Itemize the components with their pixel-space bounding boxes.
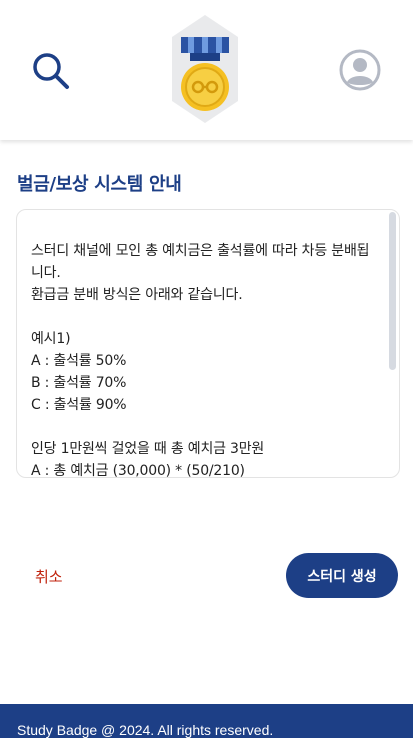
profile-button[interactable] — [339, 49, 381, 91]
notice-line: B : 출석률 70% — [31, 375, 127, 391]
notice-line: 스터디 채널에 모인 총 예치금은 출석률에 따라 차등 분배됩니다. — [31, 243, 370, 281]
notice-text: 스터디 채널에 모인 총 예치금은 출석률에 따라 차등 분배됩니다. 환급금 분… — [31, 240, 381, 478]
notice-line: 환급금 분배 방식은 아래와 같습니다. — [31, 287, 243, 303]
notice-line — [31, 306, 381, 328]
app-header — [0, 0, 413, 140]
page-title: 벌금/보상 시스템 안내 — [17, 174, 182, 195]
notice-line — [31, 416, 381, 438]
scrollbar-thumb[interactable] — [389, 212, 396, 370]
footer: Study Badge @ 2024. All rights reserved. — [0, 704, 413, 738]
user-profile-icon — [339, 49, 381, 91]
medal-badge-logo[interactable] — [170, 15, 240, 123]
search-button[interactable] — [30, 50, 70, 90]
cancel-button[interactable]: 취소 — [35, 566, 63, 587]
notice-line: 인당 1만원씩 걸었을 때 총 예치금 3만원 — [31, 441, 265, 457]
notice-box[interactable]: 스터디 채널에 모인 총 예치금은 출석률에 따라 차등 분배됩니다. 환급금 분… — [16, 209, 400, 478]
notice-line: C : 출석률 90% — [31, 397, 127, 413]
notice-line: A : 총 예치금 (30,000) * (50/210) — [31, 463, 245, 478]
medal-badge-icon — [172, 15, 238, 123]
notice-line: A : 출석률 50% — [31, 353, 127, 369]
notice-line: 예시1) — [31, 331, 71, 347]
create-study-button[interactable]: 스터디 생성 — [286, 553, 398, 598]
footer-text: Study Badge @ 2024. All rights reserved. — [17, 722, 274, 738]
search-icon — [33, 53, 69, 89]
